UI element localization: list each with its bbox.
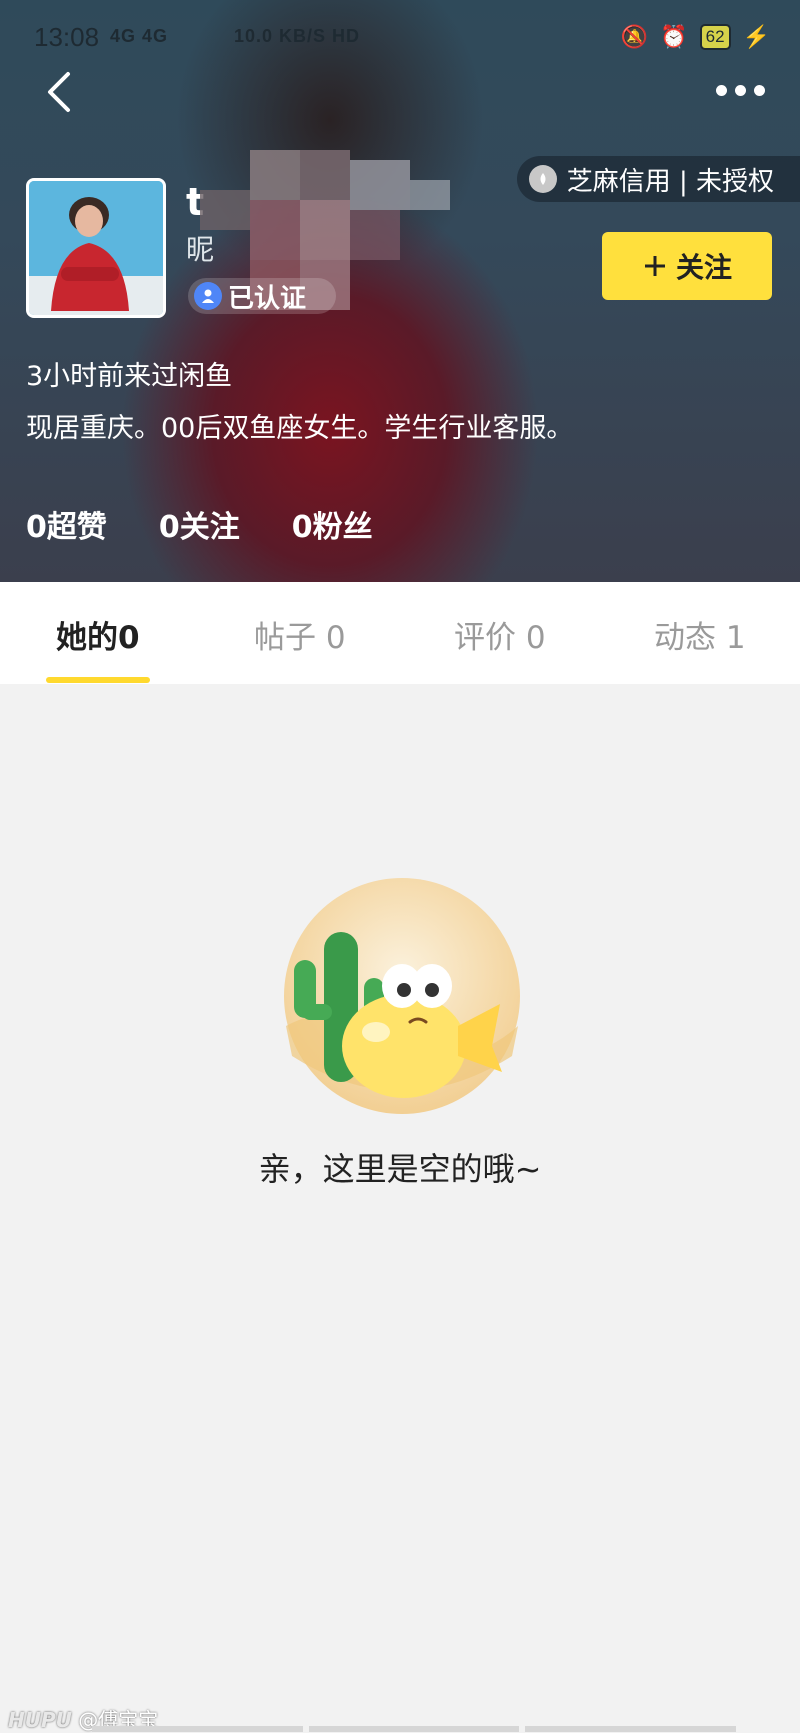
active-tab-indicator <box>46 677 150 683</box>
network-indicator: 4G 4G <box>110 26 169 46</box>
status-time: 13:08 <box>34 22 100 52</box>
tab-posts[interactable]: 帖子 0 <box>254 612 346 657</box>
profile-stats: 0超赞 0关注 0粉丝 <box>26 502 373 546</box>
profile-header: 13:08 4G 4G 10.0 KB/S HD 🔕 ⏰ 62 ⚡ t 昵 已认… <box>0 0 800 582</box>
credit-badge[interactable]: 芝麻信用 | 未授权 <box>516 156 800 202</box>
verified-icon <box>194 282 222 310</box>
back-button[interactable] <box>42 70 82 114</box>
battery-icon: 62 <box>699 24 731 50</box>
dot-icon <box>735 84 746 96</box>
tab-activity[interactable]: 动态 1 <box>654 612 746 657</box>
last-seen-text: 3小时前来过闲鱼 <box>26 361 233 392</box>
charging-icon: ⚡ <box>742 24 770 49</box>
plus-icon <box>644 256 665 276</box>
alarm-icon: ⏰ <box>660 24 688 49</box>
home-indicator <box>92 1726 737 1732</box>
speed-indicator: 10.0 KB/S HD <box>234 26 361 46</box>
empty-state-message: 亲，这里是空的哦~ <box>258 1150 542 1188</box>
stat-likes[interactable]: 0超赞 <box>26 502 107 546</box>
mute-icon: 🔕 <box>620 24 649 49</box>
dot-icon <box>716 84 727 96</box>
sesame-credit-icon <box>528 165 557 193</box>
bio-text: 现居重庆。00后双鱼座女生。学生行业客服。 <box>26 413 574 444</box>
more-options-button[interactable] <box>716 80 768 100</box>
follow-button[interactable]: 关注 <box>602 232 772 300</box>
dot-icon <box>754 84 765 96</box>
credit-label: 芝麻信用 | 未授权 <box>566 166 774 197</box>
chevron-left-icon <box>48 72 70 112</box>
verified-badge[interactable]: 已认证 <box>188 278 337 314</box>
watermark-brand: HUPU <box>8 1708 72 1732</box>
verified-label: 已认证 <box>228 283 307 314</box>
follow-label: 关注 <box>675 251 732 284</box>
profile-tabs: 她的0 帖子 0 评价 0 动态 1 <box>0 582 800 684</box>
empty-state-illustration <box>284 878 520 1114</box>
avatar-photo <box>29 181 163 315</box>
stat-following[interactable]: 0关注 <box>159 502 240 546</box>
status-bar: 13:08 4G 4G 10.0 KB/S HD 🔕 ⏰ 62 ⚡ <box>34 22 770 56</box>
stat-followers[interactable]: 0粉丝 <box>292 502 373 546</box>
tab-reviews[interactable]: 评价 0 <box>454 612 546 657</box>
tab-hers[interactable]: 她的0 <box>56 612 140 657</box>
avatar[interactable] <box>26 178 166 318</box>
